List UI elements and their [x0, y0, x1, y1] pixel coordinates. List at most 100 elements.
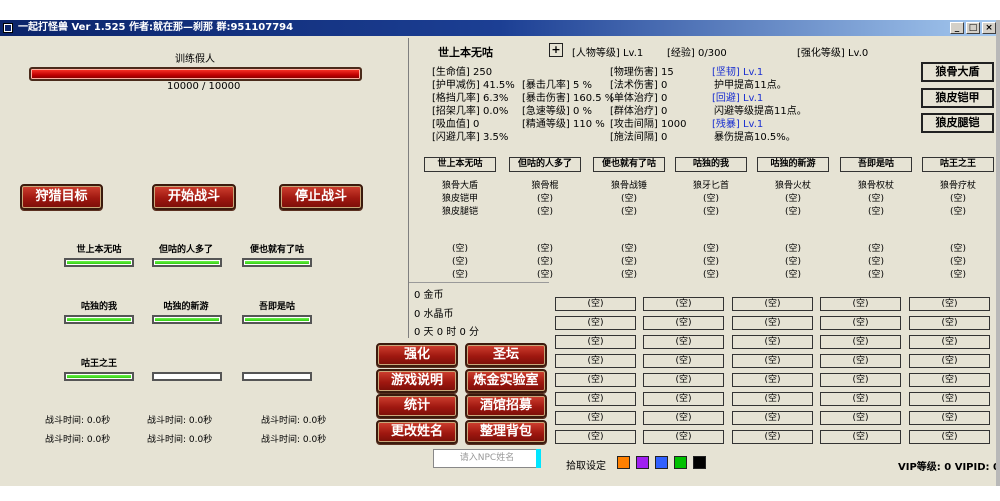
resource-divider — [409, 282, 549, 283]
npc-name-input-edge — [536, 449, 541, 468]
target-hp-bar[interactable] — [64, 258, 134, 267]
pickup-color-blue[interactable] — [655, 456, 668, 469]
inventory-slot[interactable]: (空) — [909, 316, 990, 330]
inventory-slot[interactable]: (空) — [820, 430, 901, 444]
drop-table-header[interactable]: 咕王之王 — [922, 157, 994, 172]
game-guide-button[interactable]: 游戏说明 — [376, 369, 458, 393]
drop-table-cell: (空) — [949, 257, 967, 267]
equipped-item[interactable]: 狼皮腿铠 — [921, 113, 994, 133]
drop-table-cell: (空) — [451, 244, 469, 254]
inventory-slot[interactable]: (空) — [555, 411, 636, 425]
inventory-slot[interactable]: (空) — [909, 430, 990, 444]
drop-table-header[interactable]: 便也就有了咕 — [593, 157, 665, 172]
inventory-slot[interactable]: (空) — [820, 411, 901, 425]
inventory-slot[interactable]: (空) — [820, 354, 901, 368]
add-button[interactable]: + — [549, 43, 563, 57]
equipped-item[interactable]: 狼皮铠甲 — [921, 88, 994, 108]
drop-table-header[interactable]: 但咕的人多了 — [509, 157, 581, 172]
inventory-slot[interactable]: (空) — [555, 430, 636, 444]
inventory-slot[interactable]: (空) — [732, 373, 813, 387]
drop-table-cell: 狼皮腿铠 — [441, 207, 478, 217]
hunt-target-button[interactable]: 狩猎目标 — [20, 184, 103, 210]
desktop-top-strip — [0, 0, 1000, 20]
start-battle-button[interactable]: 开始战斗 — [152, 184, 236, 210]
drop-table-header[interactable]: 咕独的我 — [675, 157, 747, 172]
tavern-recruit-button[interactable]: 酒馆招募 — [465, 394, 547, 418]
inventory-slot[interactable]: (空) — [732, 316, 813, 330]
inventory-slot[interactable]: (空) — [820, 392, 901, 406]
sort-bag-button[interactable]: 整理背包 — [465, 420, 547, 444]
inventory-slot[interactable]: (空) — [643, 354, 724, 368]
drop-table-cell: (空) — [784, 207, 802, 217]
inventory-slot[interactable]: (空) — [732, 297, 813, 311]
inventory-slot[interactable]: (空) — [820, 297, 901, 311]
inventory-slot[interactable]: (空) — [732, 430, 813, 444]
inventory-slot[interactable]: (空) — [643, 316, 724, 330]
inventory-slot[interactable]: (空) — [555, 335, 636, 349]
inventory-slot[interactable]: (空) — [555, 316, 636, 330]
target-hp-bar[interactable] — [152, 258, 222, 267]
inventory-slot[interactable]: (空) — [732, 354, 813, 368]
inventory-slot[interactable]: (空) — [555, 392, 636, 406]
drop-table-header[interactable]: 世上本无咕 — [424, 157, 496, 172]
drop-table-cell: (空) — [536, 244, 554, 254]
drop-table-cell: (空) — [702, 194, 720, 204]
inventory-slot[interactable]: (空) — [732, 411, 813, 425]
inventory-slot[interactable]: (空) — [732, 392, 813, 406]
pickup-color-green[interactable] — [674, 456, 687, 469]
target-hp-bar[interactable] — [152, 315, 222, 324]
drop-table-cell: (空) — [620, 194, 638, 204]
inventory-slot[interactable]: (空) — [643, 392, 724, 406]
inventory-slot[interactable]: (空) — [643, 297, 724, 311]
drop-table-cell: 狼皮铠甲 — [441, 194, 478, 204]
target-hp-bar-empty[interactable] — [152, 372, 222, 381]
target-hp-bar[interactable] — [242, 258, 312, 267]
maximize-button[interactable]: □ — [966, 22, 980, 34]
inventory-slot[interactable]: (空) — [909, 411, 990, 425]
drop-table-cell: (空) — [784, 244, 802, 254]
inventory-slot[interactable]: (空) — [643, 430, 724, 444]
target-name: 咕独的新游 — [163, 302, 209, 312]
enhance-button[interactable]: 强化 — [376, 343, 458, 367]
inventory-slot[interactable]: (空) — [555, 354, 636, 368]
stat-dodge: [闪避几率] 3.5% — [432, 132, 509, 143]
target-hp-bar[interactable] — [64, 372, 134, 381]
target-name: 咕独的我 — [80, 302, 117, 312]
statistics-button[interactable]: 统计 — [376, 394, 458, 418]
inventory-slot[interactable]: (空) — [909, 354, 990, 368]
inventory-slot[interactable]: (空) — [643, 373, 724, 387]
inventory-slot[interactable]: (空) — [555, 373, 636, 387]
minimize-button[interactable]: _ — [950, 22, 964, 34]
stop-battle-button[interactable]: 停止战斗 — [279, 184, 363, 210]
inventory-slot[interactable]: (空) — [643, 411, 724, 425]
inventory-slot[interactable]: (空) — [820, 316, 901, 330]
pickup-color-black[interactable] — [693, 456, 706, 469]
inventory-slot[interactable]: (空) — [909, 392, 990, 406]
close-button[interactable]: × — [982, 22, 996, 34]
target-name: 咕王之王 — [80, 359, 117, 369]
npc-name-input[interactable]: 请入NPC姓名 — [433, 449, 541, 468]
target-name: 世上本无咕 — [76, 245, 122, 255]
inventory-slot[interactable]: (空) — [732, 335, 813, 349]
drop-table-header[interactable]: 咕独的新游 — [757, 157, 829, 172]
target-hp-bar[interactable] — [242, 315, 312, 324]
inventory-slot[interactable]: (空) — [555, 297, 636, 311]
target-hp-bar[interactable] — [64, 315, 134, 324]
rename-button[interactable]: 更改姓名 — [376, 420, 458, 444]
drop-table-cell: (空) — [536, 270, 554, 280]
pickup-color-orange[interactable] — [617, 456, 630, 469]
equipped-item[interactable]: 狼骨大盾 — [921, 62, 994, 82]
target-hp-bar-empty[interactable] — [242, 372, 312, 381]
panel-divider — [408, 38, 409, 338]
inventory-slot[interactable]: (空) — [643, 335, 724, 349]
inventory-slot[interactable]: (空) — [909, 373, 990, 387]
pickup-color-purple[interactable] — [636, 456, 649, 469]
alchemy-lab-button[interactable]: 炼金实验室 — [465, 369, 547, 393]
drop-table-header[interactable]: 吾即是咕 — [840, 157, 912, 172]
inventory-slot[interactable]: (空) — [909, 297, 990, 311]
altar-button[interactable]: 圣坛 — [465, 343, 547, 367]
inventory-slot[interactable]: (空) — [820, 373, 901, 387]
inventory-slot[interactable]: (空) — [820, 335, 901, 349]
inventory-slot[interactable]: (空) — [909, 335, 990, 349]
drop-table-cell: (空) — [536, 194, 554, 204]
